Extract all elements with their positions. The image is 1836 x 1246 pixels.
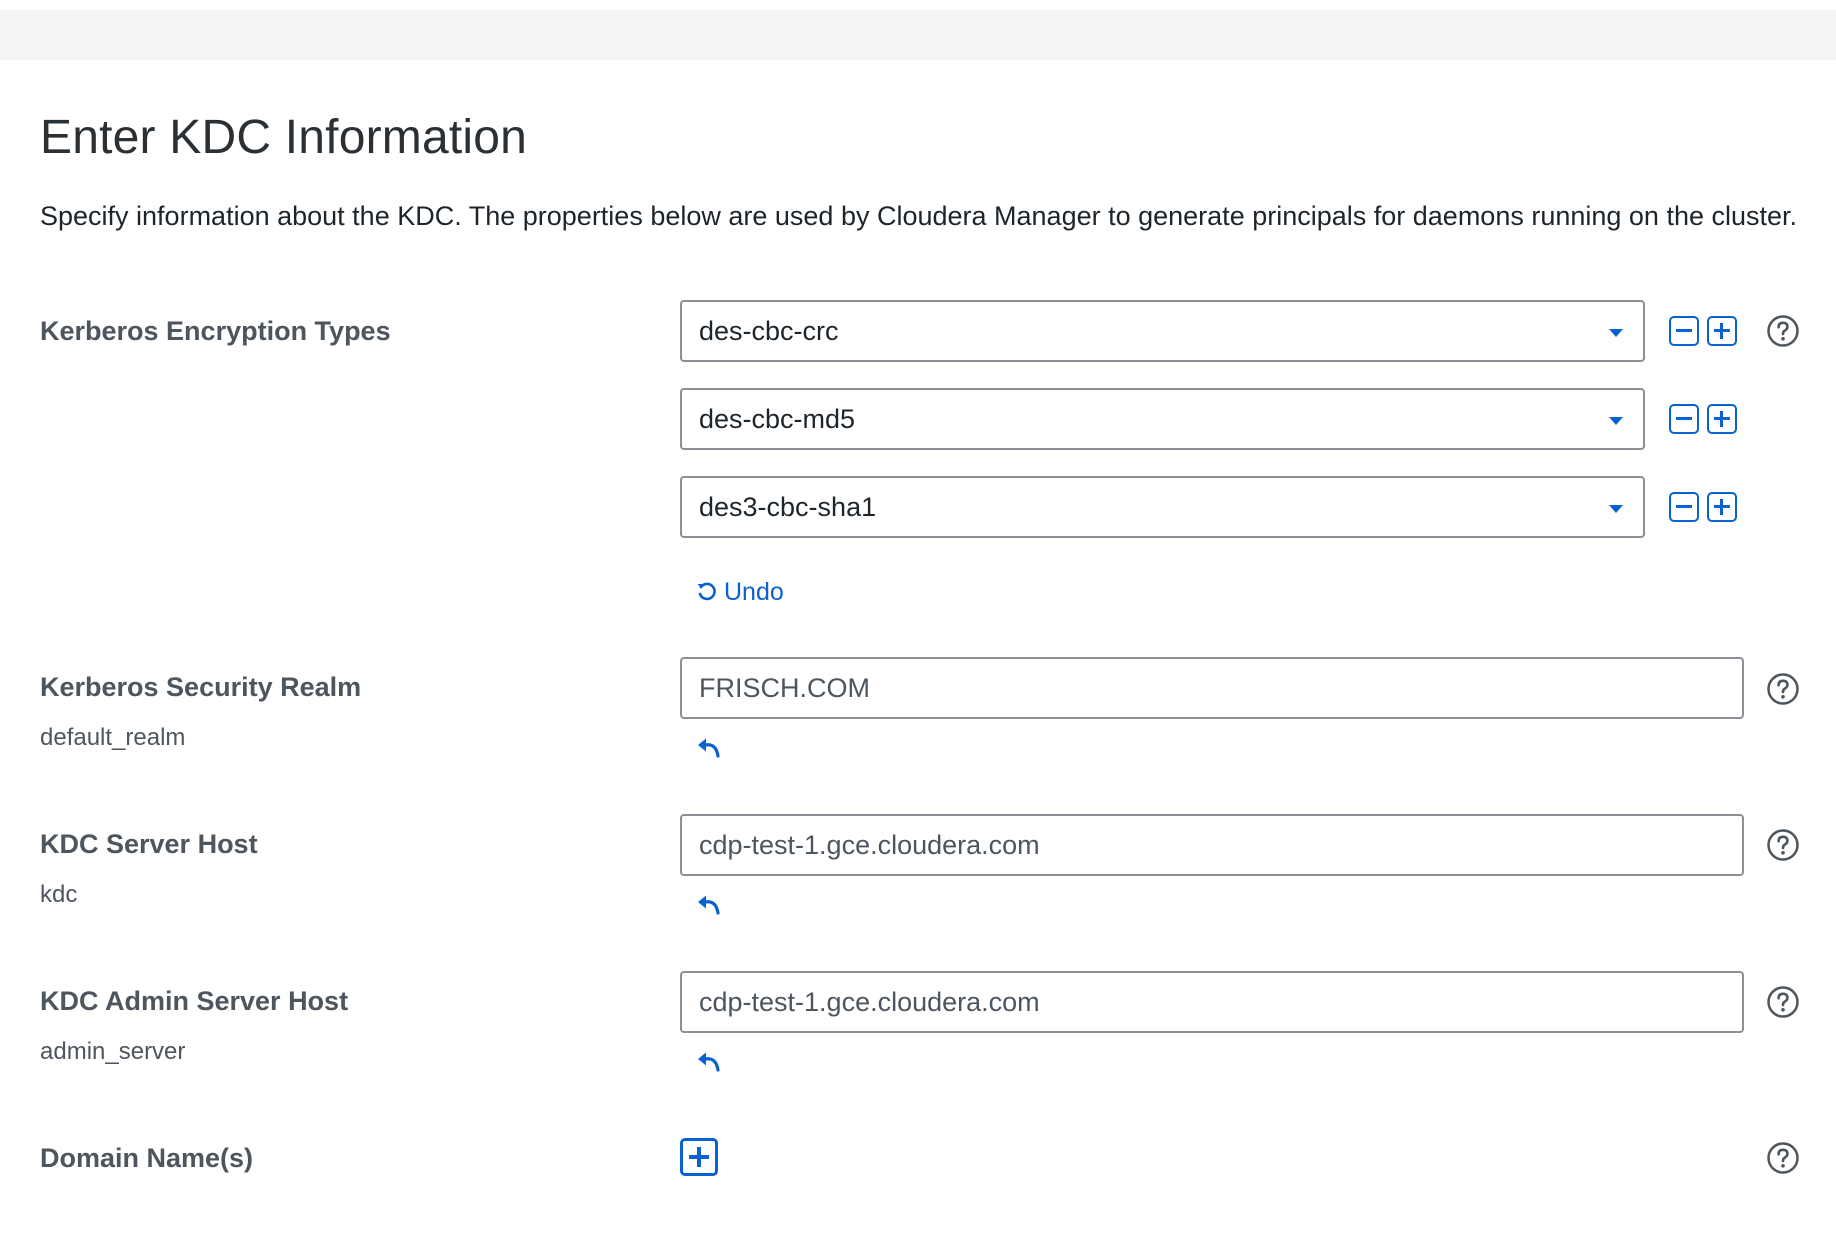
undo-icon [697, 582, 716, 601]
help-circle-icon[interactable] [1766, 1141, 1800, 1175]
page-title: Enter KDC Information [40, 111, 528, 164]
security-realm-value: FRISCH.COM [699, 673, 870, 703]
add-encryption-type-button[interactable] [1707, 404, 1737, 434]
help-circle-icon[interactable] [1766, 672, 1800, 706]
security-realm-input[interactable]: FRISCH.COM [680, 657, 1744, 719]
kdc-admin-server-host-value: cdp-test-1.gce.cloudera.com [699, 987, 1040, 1017]
encryption-type-value: des-cbc-crc [699, 316, 839, 346]
kdc-server-host-label: KDC Server Host [40, 829, 258, 859]
kdc-server-host-value: cdp-test-1.gce.cloudera.com [699, 830, 1040, 860]
encryption-type-value: des-cbc-md5 [699, 404, 856, 434]
encryption-type-value: des3-cbc-sha1 [699, 492, 877, 522]
domain-names-label: Domain Name(s) [40, 1143, 254, 1173]
revert-arrow-icon[interactable] [696, 736, 722, 760]
kdc-admin-server-host-input[interactable]: cdp-test-1.gce.cloudera.com [680, 971, 1744, 1033]
kdc-admin-server-host-key: admin_server [40, 1038, 186, 1065]
add-domain-name-button[interactable] [680, 1138, 718, 1176]
encryption-types-label: Kerberos Encryption Types [40, 316, 391, 346]
encryption-type-select-2[interactable]: des-cbc-md5 [680, 388, 1645, 450]
caret-down-icon [1609, 505, 1623, 513]
help-circle-icon[interactable] [1766, 985, 1800, 1019]
security-realm-key: default_realm [40, 724, 186, 751]
help-circle-icon[interactable] [1766, 314, 1800, 348]
revert-arrow-icon[interactable] [696, 1050, 722, 1074]
page-description: Specify information about the KDC. The p… [40, 201, 1798, 231]
caret-down-icon [1609, 329, 1623, 337]
help-circle-icon[interactable] [1766, 828, 1800, 862]
kdc-server-host-key: kdc [40, 881, 78, 908]
revert-arrow-icon[interactable] [696, 893, 722, 917]
add-encryption-type-button[interactable] [1707, 316, 1737, 346]
add-encryption-type-button[interactable] [1707, 492, 1737, 522]
kdc-server-host-input[interactable]: cdp-test-1.gce.cloudera.com [680, 814, 1744, 876]
caret-down-icon [1609, 417, 1623, 425]
kdc-admin-server-host-label: KDC Admin Server Host [40, 986, 349, 1016]
undo-label: Undo [724, 578, 784, 606]
security-realm-label: Kerberos Security Realm [40, 672, 362, 702]
top-bar [0, 10, 1836, 60]
encryption-type-select-1[interactable]: des-cbc-crc [680, 300, 1645, 362]
remove-encryption-type-button[interactable] [1669, 316, 1699, 346]
encryption-type-select-3[interactable]: des3-cbc-sha1 [680, 476, 1645, 538]
remove-encryption-type-button[interactable] [1669, 492, 1699, 522]
remove-encryption-type-button[interactable] [1669, 404, 1699, 434]
